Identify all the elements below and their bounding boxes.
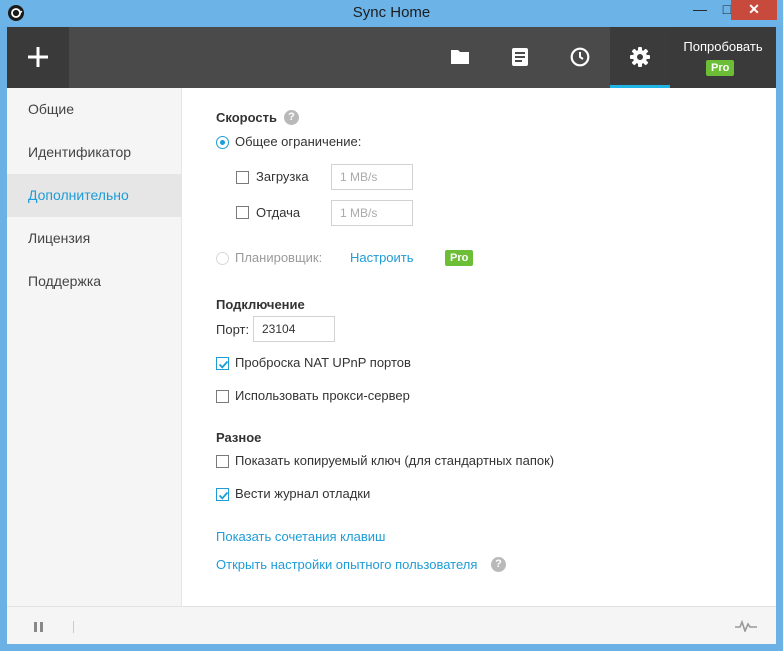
advanced-settings-panel: Скорость ? Общее ограничение: Загрузка О…: [183, 88, 776, 606]
checkmark-icon: [218, 491, 229, 500]
speed-section-title: Скорость: [216, 110, 277, 125]
window-title: Sync Home: [352, 4, 431, 21]
power-user-settings-link[interactable]: Открыть настройки опытного пользователя: [216, 557, 477, 572]
plus-icon: [28, 47, 48, 67]
configure-scheduler-link[interactable]: Настроить: [350, 250, 414, 265]
debug-log-label: Вести журнал отладки: [235, 486, 371, 501]
pro-badge: Pro: [706, 60, 735, 76]
history-tab-button[interactable]: [550, 27, 610, 88]
list-icon: [512, 48, 528, 66]
pause-icon[interactable]: [33, 621, 45, 633]
help-icon[interactable]: ?: [491, 557, 506, 572]
debug-log-checkbox[interactable]: [216, 488, 229, 501]
proxy-label: Использовать прокси-сервер: [235, 388, 410, 403]
checkmark-icon: [218, 360, 229, 369]
sidebar-item-license[interactable]: Лицензия: [7, 217, 182, 260]
upload-limit-label: Отдача: [256, 205, 301, 220]
close-button[interactable]: ✕: [731, 0, 777, 20]
global-limit-radio[interactable]: [216, 136, 229, 149]
scheduler-label: Планировщик:: [235, 250, 323, 265]
download-limit-label: Загрузка: [256, 169, 309, 184]
pulse-icon[interactable]: [735, 620, 757, 632]
upload-limit-input[interactable]: [331, 200, 413, 226]
settings-sidebar: Общие Идентификатор Дополнительно Лиценз…: [7, 88, 182, 606]
folder-icon: [451, 50, 469, 64]
nat-upnp-label: Проброска NAT UPnP портов: [235, 355, 411, 370]
sidebar-item-support[interactable]: Поддержка: [7, 260, 182, 303]
port-input[interactable]: [253, 316, 335, 342]
global-limit-label: Общее ограничение:: [235, 134, 362, 149]
port-label: Порт:: [216, 322, 250, 337]
status-divider: [73, 621, 74, 633]
misc-section-title: Разное: [216, 430, 262, 445]
sidebar-item-general[interactable]: Общие: [7, 88, 182, 131]
settings-tab-button[interactable]: [610, 27, 670, 88]
upload-limit-checkbox[interactable]: [236, 206, 249, 219]
add-folder-button[interactable]: [7, 27, 69, 88]
download-limit-checkbox[interactable]: [236, 171, 249, 184]
connection-section-title: Подключение: [216, 297, 305, 312]
sidebar-item-identity[interactable]: Идентификатор: [7, 131, 182, 174]
proxy-checkbox[interactable]: [216, 390, 229, 403]
minimize-button[interactable]: —: [686, 0, 714, 20]
nat-upnp-checkbox[interactable]: [216, 357, 229, 370]
folders-tab-button[interactable]: [430, 27, 490, 88]
keyboard-shortcuts-link[interactable]: Показать сочетания клавиш: [216, 529, 385, 544]
client-area: Попробовать Pro Общие Идентификатор Допо…: [7, 27, 776, 644]
scheduler-pro-badge: Pro: [445, 250, 474, 266]
clock-icon: [570, 47, 590, 67]
show-key-checkbox[interactable]: [216, 455, 229, 468]
title-bar[interactable]: Sync Home — □ ✕: [0, 0, 783, 26]
sidebar-item-advanced[interactable]: Дополнительно: [7, 174, 182, 217]
app-window: Sync Home — □ ✕ Попробовать Pro Общие Ид…: [0, 0, 783, 651]
try-pro-label: Попробовать: [683, 39, 763, 54]
show-key-label: Показать копируемый ключ (для стандартны…: [235, 453, 555, 468]
try-pro-button[interactable]: Попробовать Pro: [670, 27, 776, 88]
transfers-tab-button[interactable]: [490, 27, 550, 88]
gear-icon: [630, 47, 650, 67]
scheduler-radio[interactable]: [216, 252, 229, 265]
toolbar: Попробовать Pro: [7, 27, 776, 88]
download-limit-input[interactable]: [331, 164, 413, 190]
help-icon[interactable]: ?: [284, 110, 299, 125]
status-bar: [7, 606, 776, 644]
